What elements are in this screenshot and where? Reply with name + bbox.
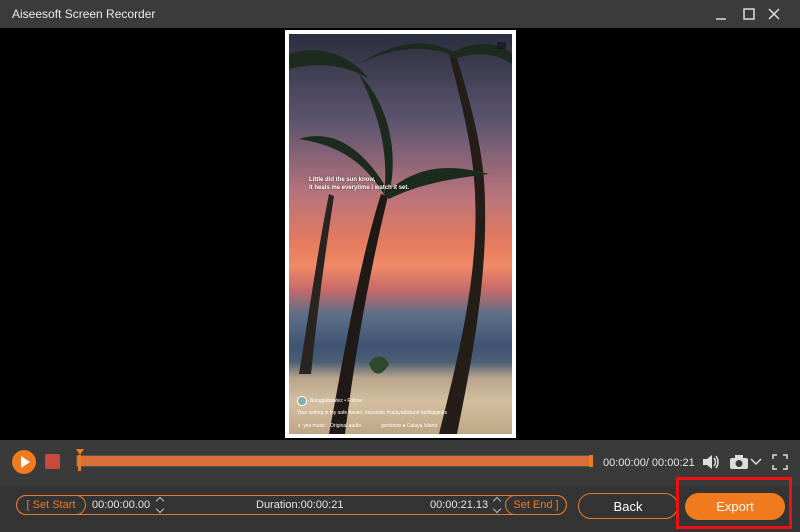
- duration-label: Duration:00:00:21: [256, 499, 344, 511]
- export-button[interactable]: Export: [685, 493, 785, 520]
- palm-trees-illustration: [289, 43, 512, 434]
- set-end-button[interactable]: Set End ]: [505, 495, 567, 515]
- account-name: Bonggabawlez • Follow: [310, 398, 362, 404]
- volume-icon[interactable]: [700, 452, 722, 472]
- start-time-stepper[interactable]: [155, 495, 165, 515]
- camera-icon[interactable]: [728, 452, 750, 472]
- close-icon[interactable]: [763, 4, 785, 24]
- maximize-icon[interactable]: [738, 4, 760, 24]
- play-icon[interactable]: [12, 450, 36, 474]
- account-row: Bonggabawlez • Follow: [297, 396, 362, 406]
- video-preview-area: Little did the sun know, it heals me eve…: [0, 28, 800, 440]
- back-button[interactable]: Back: [578, 493, 678, 519]
- trim-end-handle[interactable]: [589, 455, 593, 467]
- audio-label: ♬ yes music · Original audio: [297, 423, 361, 429]
- fullscreen-icon[interactable]: [770, 452, 790, 472]
- title-bar: Aiseesoft Screen Recorder: [0, 0, 800, 28]
- set-start-button[interactable]: [ Set Start: [16, 495, 86, 515]
- avatar: [297, 396, 307, 406]
- minimize-icon[interactable]: [710, 4, 732, 24]
- end-time-stepper[interactable]: [492, 495, 502, 515]
- stop-icon[interactable]: [45, 454, 60, 469]
- caption-line-2: it heals me everytime i watch it set.: [309, 185, 410, 191]
- location-label: gordonre ● Calaya Island: [381, 423, 438, 429]
- post-text: Your setting is my safe haven. #sunsets …: [297, 410, 448, 416]
- time-display: 00:00:00/ 00:00:21: [603, 457, 695, 469]
- trim-start-handle[interactable]: [76, 449, 84, 471]
- video-caption: Little did the sun know, it heals me eve…: [309, 176, 409, 192]
- mute-icon: [497, 42, 506, 49]
- video-frame: Little did the sun know, it heals me eve…: [285, 30, 516, 438]
- chevron-down-icon[interactable]: [749, 454, 763, 470]
- start-time-field[interactable]: 00:00:00.00: [92, 495, 152, 515]
- caption-line-1: Little did the sun know,: [309, 177, 376, 183]
- video-thumbnail: Little did the sun know, it heals me eve…: [289, 34, 512, 434]
- end-time-field[interactable]: 00:00:21.13: [430, 495, 490, 515]
- timeline-track[interactable]: [76, 455, 593, 467]
- window-title: Aiseesoft Screen Recorder: [12, 7, 156, 21]
